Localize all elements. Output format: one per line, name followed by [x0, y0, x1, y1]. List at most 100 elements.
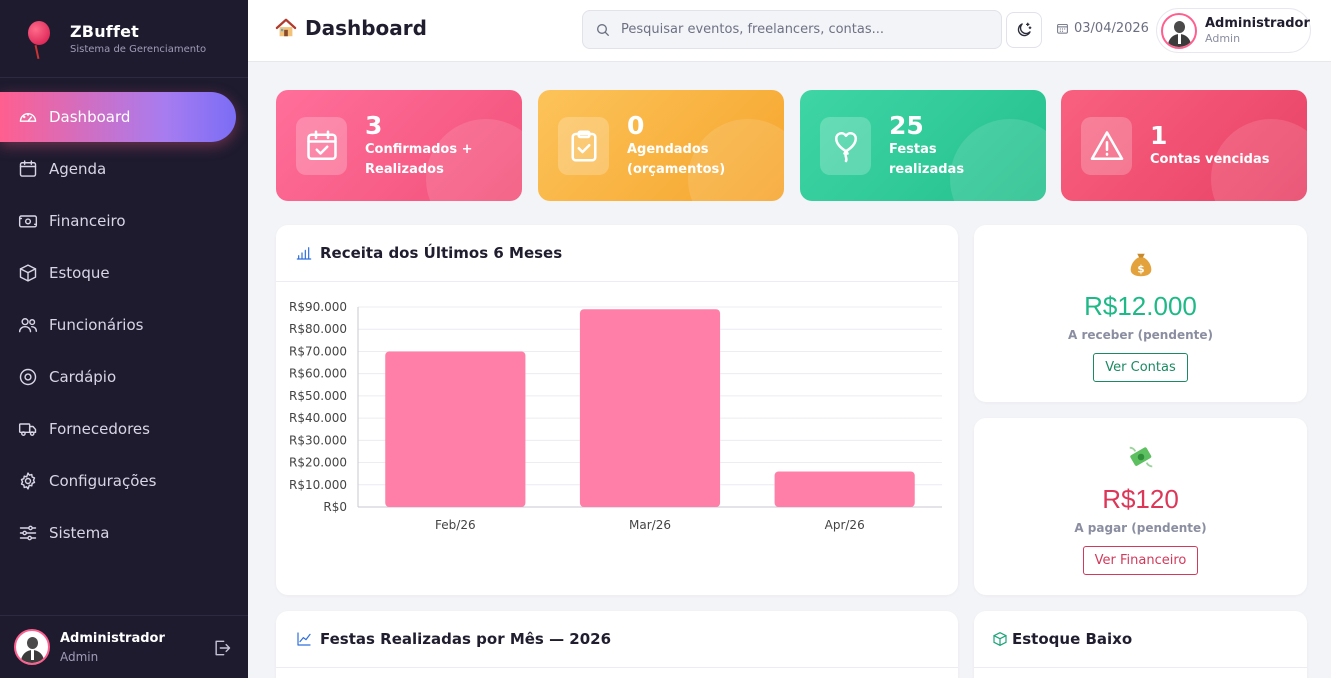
stat-value: 3 — [365, 110, 383, 140]
sidebar-item-cardapio[interactable]: Cardápio — [0, 352, 248, 402]
low-stock-panel: Estoque Baixo — [974, 611, 1307, 678]
header-user-name: Administrador — [1205, 16, 1310, 31]
sidebar-item-label: Funcionários — [49, 316, 144, 334]
panel-title: Festas Realizadas por Mês — 2026 — [320, 630, 612, 648]
search-box[interactable] — [582, 10, 1002, 49]
y-tick-label: R$60.000 — [289, 367, 347, 381]
theme-toggle-button[interactable] — [1006, 12, 1042, 48]
stat-value: 0 — [627, 110, 645, 140]
view-finance-button[interactable]: Ver Financeiro — [1082, 546, 1199, 575]
brand-subtitle: Sistema de Gerenciamento — [70, 44, 207, 55]
y-tick-label: R$10.000 — [289, 478, 347, 492]
logout-icon[interactable] — [212, 638, 232, 658]
house-icon — [275, 18, 297, 37]
sidebar-user-name: Administrador — [60, 630, 165, 646]
revenue-bar-chart: R$0 R$10.000 R$20.000 R$30.000 R$40.000 R$50.… — [289, 300, 942, 532]
payable-card: R$120 A pagar (pendente) Ver Financeiro — [974, 418, 1307, 595]
sidebar-item-label: Sistema — [49, 524, 110, 542]
gear-icon — [18, 471, 38, 491]
stat-label: Festas realizadas — [889, 141, 965, 177]
stat-card-confirmados[interactable]: 3 Confirmados + Realizados — [276, 90, 522, 201]
sidebar-item-label: Configurações — [49, 472, 157, 490]
stat-value: 25 — [889, 110, 924, 140]
x-tick-label: Feb/26 — [435, 518, 476, 532]
line-chart-icon — [297, 632, 311, 646]
svg-text:$: $ — [1137, 263, 1144, 275]
truck-icon — [18, 419, 38, 439]
box-icon — [993, 632, 1007, 646]
bar — [385, 351, 526, 507]
y-tick-label: R$50.000 — [289, 389, 347, 403]
view-accounts-button[interactable]: Ver Contas — [1093, 353, 1188, 382]
search-input[interactable] — [621, 22, 991, 37]
receivable-card: $ R$12.000 A receber (pendente) Ver Cont… — [974, 225, 1307, 402]
payable-label: A pagar (pendente) — [1074, 521, 1207, 535]
clipboard-check-icon — [558, 116, 609, 175]
balloon-logo-icon — [24, 19, 54, 59]
sidebar-item-funcionarios[interactable]: Funcionários — [0, 300, 248, 350]
money-wings-icon — [1129, 446, 1152, 468]
x-tick-label: Apr/26 — [825, 518, 865, 532]
sidebar-item-sistema[interactable]: Sistema — [0, 508, 248, 558]
current-date: 03/04/2026 — [1056, 21, 1149, 36]
box-icon — [18, 263, 38, 283]
sidebar-item-agenda[interactable]: Agenda — [0, 144, 248, 194]
sidebar-item-dashboard[interactable]: Dashboard — [0, 92, 236, 142]
y-tick-label: R$30.000 — [289, 433, 347, 447]
gauge-icon — [18, 107, 38, 127]
y-tick-label: R$40.000 — [289, 411, 347, 425]
sidebar-item-label: Fornecedores — [49, 420, 150, 438]
sidebar-item-financeiro[interactable]: Financeiro — [0, 196, 248, 246]
calendar-check-icon — [296, 116, 347, 175]
balloon-icon — [820, 116, 871, 175]
calendar-small-icon — [1057, 23, 1068, 34]
panel-header: Festas Realizadas por Mês — 2026 — [276, 611, 958, 668]
stat-card-festas[interactable]: 25 Festas realizadas — [800, 90, 1046, 201]
y-tick-label: R$80.000 — [289, 322, 347, 336]
avatar — [14, 629, 50, 665]
panel-header: Estoque Baixo — [974, 611, 1307, 668]
brand-name: ZBuffet — [70, 22, 140, 41]
top-header: Dashboard 03/04/2026 Administrador Admin — [248, 0, 1331, 62]
sidebar-item-label: Agenda — [49, 160, 107, 178]
sidebar-nav: Dashboard Agenda Financeiro Estoque Func… — [0, 92, 248, 558]
date-text: 03/04/2026 — [1074, 21, 1149, 36]
stat-card-agendados[interactable]: 0 Agendados (orçamentos) — [538, 90, 784, 201]
sidebar-item-label: Estoque — [49, 264, 110, 282]
panel-title: Receita dos Últimos 6 Meses — [320, 244, 563, 262]
stat-value: 1 — [1150, 120, 1168, 150]
stat-card-contas-vencidas[interactable]: 1 Contas vencidas — [1061, 90, 1307, 201]
header-user-role: Admin — [1205, 32, 1241, 45]
header-user-menu[interactable]: Administrador Admin — [1156, 8, 1311, 53]
money-bag-icon: $ — [1130, 253, 1151, 277]
bar-chart-icon — [296, 247, 312, 260]
moon-icon — [1017, 22, 1032, 37]
brand[interactable]: ZBuffet Sistema de Gerenciamento — [0, 0, 248, 78]
warning-icon — [1081, 116, 1132, 175]
stat-label: Contas vencidas — [1150, 151, 1270, 167]
avatar — [1161, 12, 1197, 49]
people-icon — [18, 315, 38, 335]
receivable-label: A receber (pendente) — [1068, 328, 1213, 342]
sidebar: ZBuffet Sistema de Gerenciamento Dashboa… — [0, 0, 248, 678]
sidebar-user[interactable]: Administrador Admin — [0, 615, 248, 678]
page-title: Dashboard — [275, 16, 427, 40]
sidebar-item-estoque[interactable]: Estoque — [0, 248, 248, 298]
receivable-amount: R$12.000 — [1084, 291, 1197, 321]
panel-title: Estoque Baixo — [1012, 630, 1133, 648]
cash-icon — [18, 211, 38, 231]
menu-icon — [18, 367, 38, 387]
panel-header: Receita dos Últimos 6 Meses — [276, 225, 958, 282]
search-icon — [597, 23, 610, 36]
sliders-icon — [18, 523, 38, 543]
x-tick-label: Mar/26 — [629, 518, 671, 532]
sidebar-item-configuracoes[interactable]: Configurações — [0, 456, 248, 506]
sidebar-item-label: Cardápio — [49, 368, 117, 386]
revenue-chart-panel: Receita dos Últimos 6 Meses R$0 R$10.000 R… — [276, 225, 958, 595]
y-tick-label: R$90.000 — [289, 300, 347, 314]
bar — [579, 309, 721, 507]
parties-per-month-panel: Festas Realizadas por Mês — 2026 — [276, 611, 958, 678]
sidebar-item-label: Dashboard — [49, 108, 131, 126]
sidebar-item-fornecedores[interactable]: Fornecedores — [0, 404, 248, 454]
y-tick-label: R$70.000 — [289, 344, 347, 358]
